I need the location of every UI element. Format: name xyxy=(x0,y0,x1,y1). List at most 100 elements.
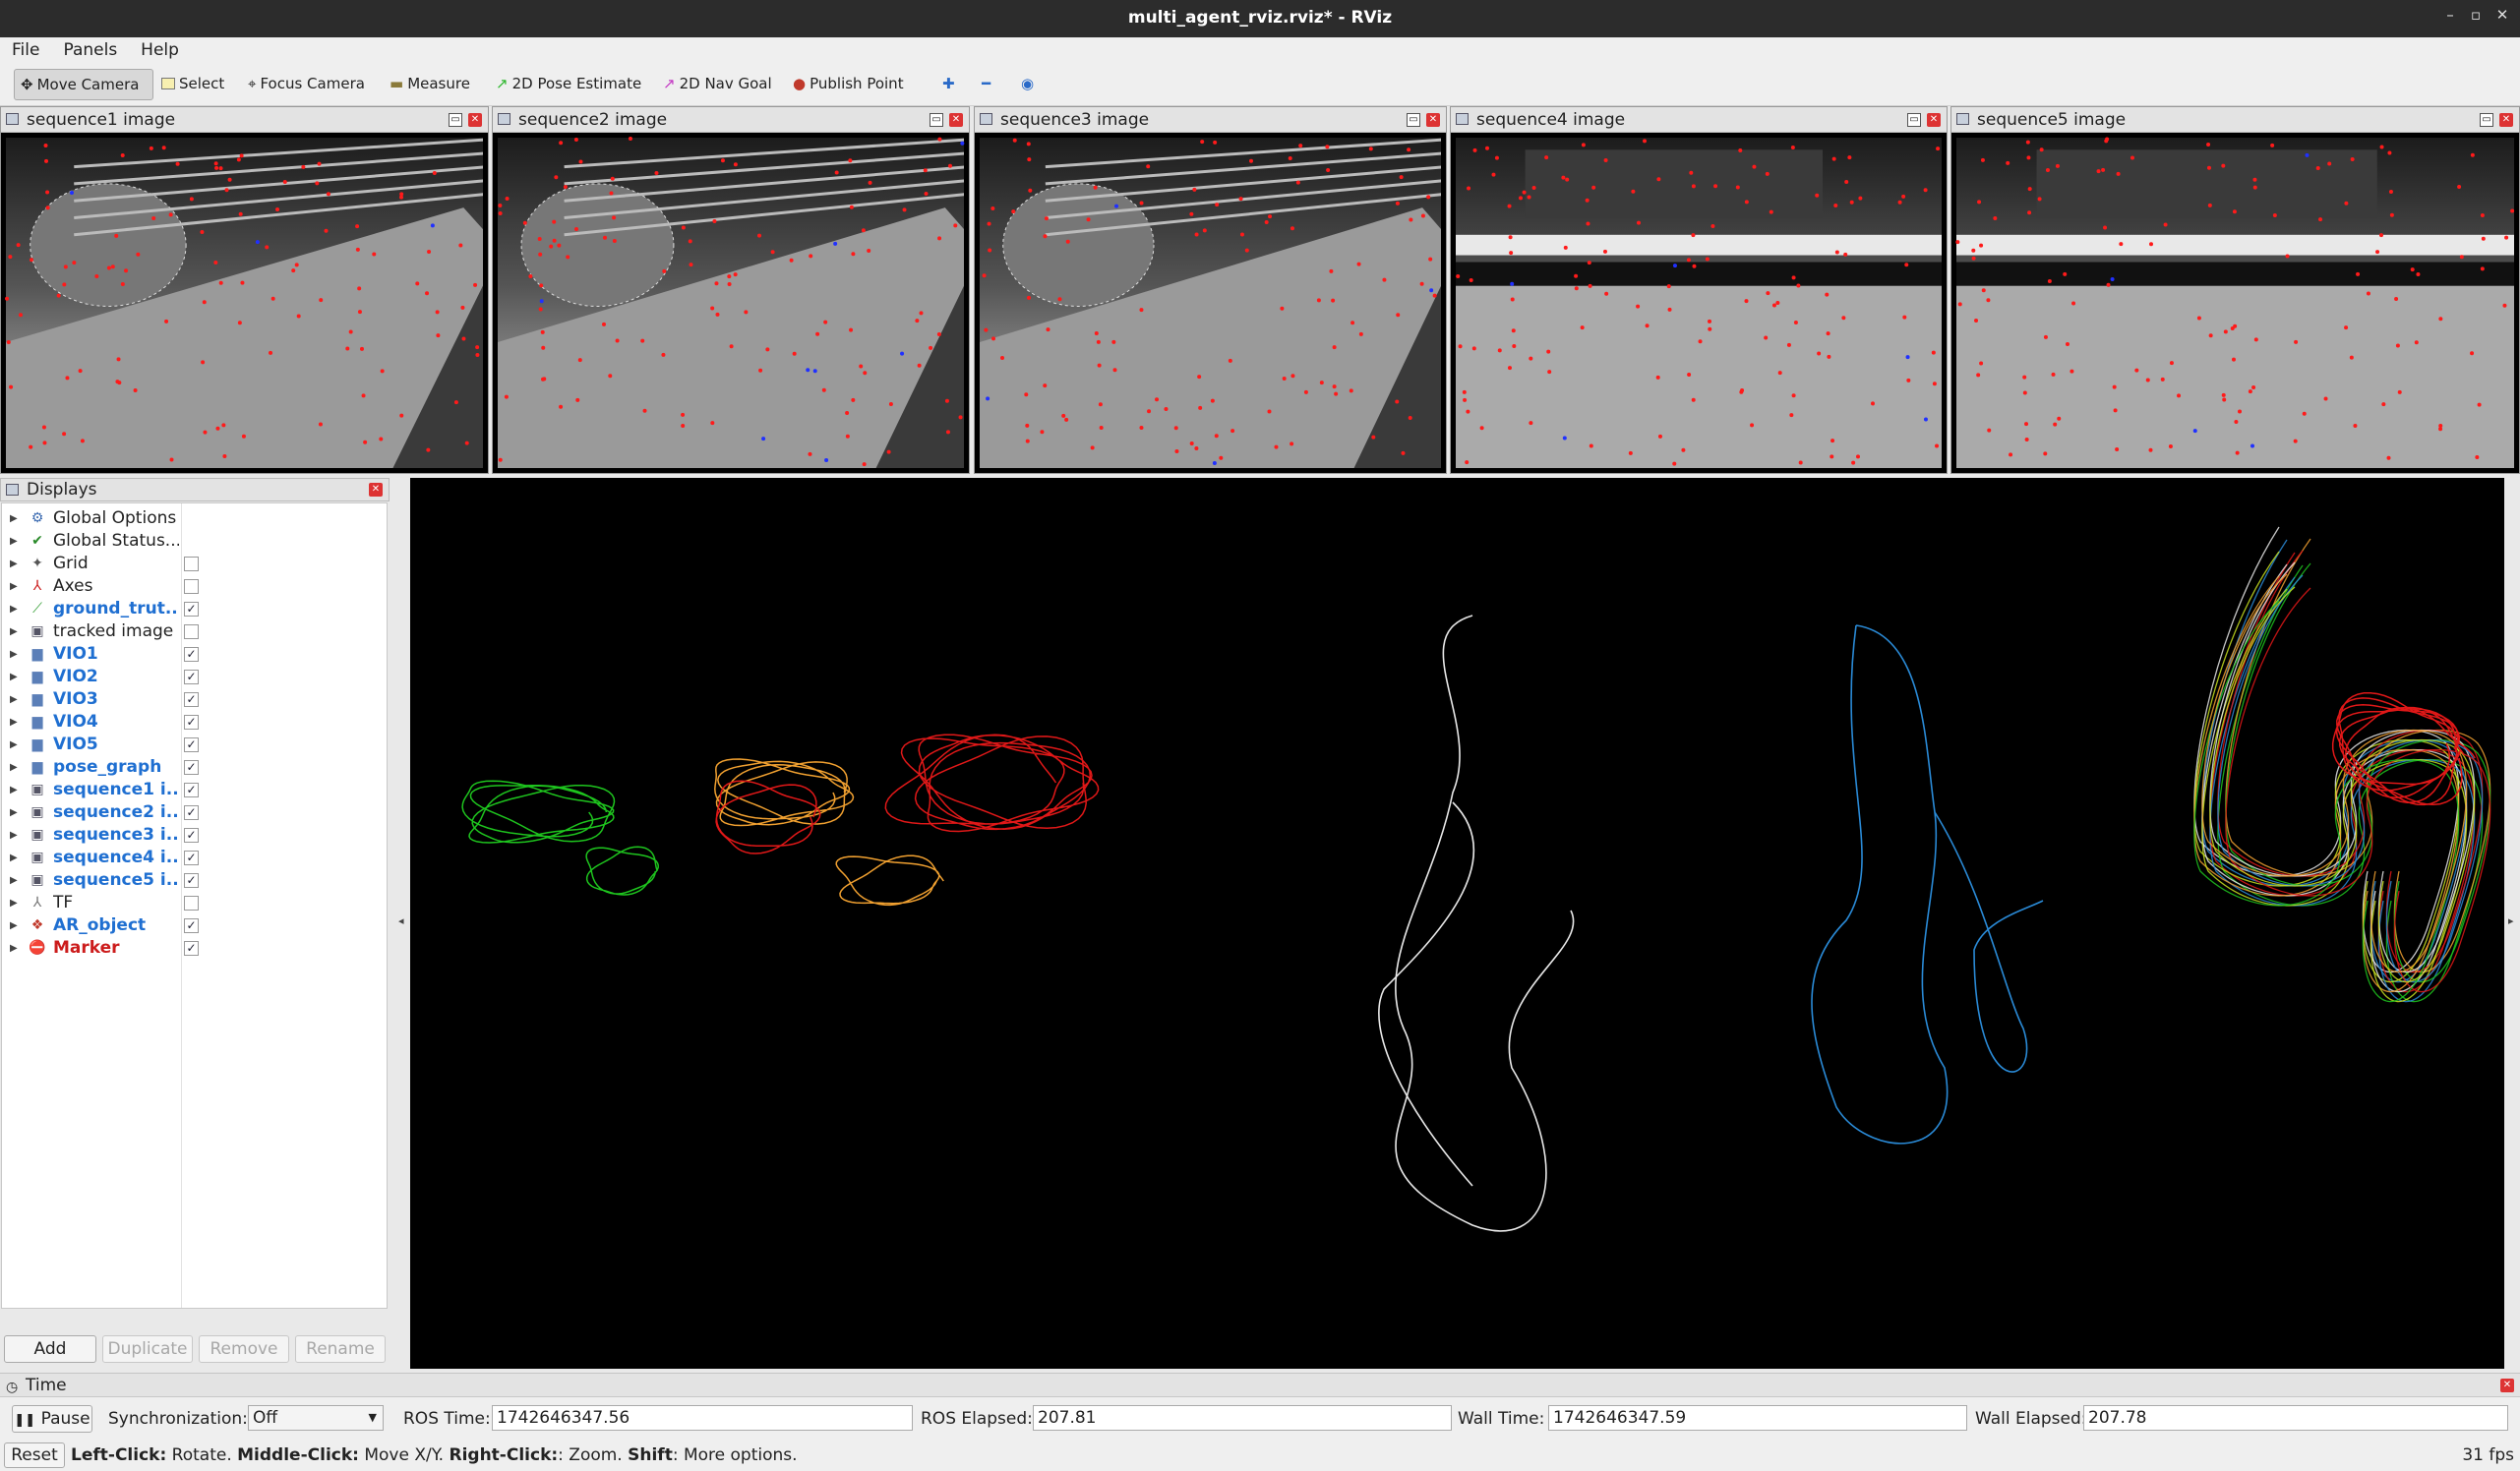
enable-checkbox[interactable]: ✓ xyxy=(184,783,199,797)
reset-button[interactable]: Reset xyxy=(4,1442,65,1468)
wall-elapsed-field[interactable]: 207.78 xyxy=(2083,1405,2508,1431)
enable-checkbox[interactable] xyxy=(184,896,199,911)
display-item[interactable]: ▶ ▣ sequence3 i... ✓ xyxy=(2,824,388,847)
display-item[interactable]: ▶ ▣ sequence1 i... ✓ xyxy=(2,779,388,801)
pause-button[interactable]: ❚❚ Pause xyxy=(12,1405,92,1433)
collapse-left-icon[interactable]: ◂ xyxy=(398,914,404,927)
display-item[interactable]: ▶ ▆ VIO3 ✓ xyxy=(2,688,388,711)
enable-checkbox[interactable] xyxy=(184,624,199,639)
float-icon[interactable]: ▭ xyxy=(930,113,943,127)
menu-help[interactable]: Help xyxy=(129,37,191,60)
enable-checkbox[interactable]: ✓ xyxy=(184,602,199,617)
expand-arrow-icon[interactable]: ▶ xyxy=(10,801,18,824)
display-item[interactable]: ▶ ▣ sequence4 i... ✓ xyxy=(2,847,388,869)
enable-checkbox[interactable]: ✓ xyxy=(184,828,199,843)
expand-arrow-icon[interactable]: ▶ xyxy=(10,643,18,666)
publish-point-button[interactable]: ● Publish Point xyxy=(787,69,910,100)
move-camera-button[interactable]: ✥ Move Camera xyxy=(14,69,153,100)
expand-arrow-icon[interactable]: ▶ xyxy=(10,937,18,960)
display-item[interactable]: ▶ ⅄ Axes xyxy=(2,575,388,598)
close-panel-icon[interactable]: ✕ xyxy=(1927,113,1941,127)
expand-arrow-icon[interactable]: ▶ xyxy=(10,620,18,643)
measure-button[interactable]: ▬ Measure xyxy=(384,69,476,100)
display-item[interactable]: ▶ ▆ VIO2 ✓ xyxy=(2,666,388,688)
enable-checkbox[interactable]: ✓ xyxy=(184,670,199,684)
duplicate-display-button[interactable]: Duplicate xyxy=(102,1335,193,1363)
expand-arrow-icon[interactable]: ▶ xyxy=(10,824,18,847)
enable-checkbox[interactable]: ✓ xyxy=(184,692,199,707)
expand-arrow-icon[interactable]: ▶ xyxy=(10,553,18,575)
display-item[interactable]: ▶ ▆ VIO4 ✓ xyxy=(2,711,388,734)
display-item[interactable]: ▶ ✦ Grid xyxy=(2,553,388,575)
close-panel-icon[interactable]: ✕ xyxy=(369,483,383,497)
trajectory-canvas[interactable] xyxy=(410,478,2504,1369)
display-item[interactable]: ▶ ⅄ TF xyxy=(2,892,388,914)
expand-arrow-icon[interactable]: ▶ xyxy=(10,779,18,801)
pose-estimate-button[interactable]: ↗ 2D Pose Estimate xyxy=(490,69,647,100)
float-icon[interactable]: ▭ xyxy=(449,113,462,127)
ros-time-field[interactable]: 1742646347.56 xyxy=(492,1405,913,1431)
expand-arrow-icon[interactable]: ▶ xyxy=(10,711,18,734)
minimize-icon[interactable]: – xyxy=(2437,6,2463,24)
close-panel-icon[interactable]: ✕ xyxy=(949,113,963,127)
collapse-right-icon[interactable]: ▸ xyxy=(2508,914,2514,927)
enable-checkbox[interactable] xyxy=(184,579,199,594)
close-panel-icon[interactable]: ✕ xyxy=(2500,1379,2514,1392)
float-icon[interactable]: ▭ xyxy=(2480,113,2493,127)
display-item[interactable]: ▶ ✔ Global Status... xyxy=(2,530,388,553)
enable-checkbox[interactable]: ✓ xyxy=(184,918,199,933)
close-panel-icon[interactable]: ✕ xyxy=(2499,113,2513,127)
close-panel-icon[interactable]: ✕ xyxy=(1426,113,1440,127)
enable-checkbox[interactable]: ✓ xyxy=(184,715,199,730)
left-splitter[interactable]: ◂ xyxy=(393,478,410,1369)
right-splitter[interactable]: ▸ xyxy=(2504,478,2520,1369)
enable-checkbox[interactable]: ✓ xyxy=(184,805,199,820)
expand-arrow-icon[interactable]: ▶ xyxy=(10,530,18,553)
tool-properties-icon[interactable]: ◉ xyxy=(1015,69,1040,100)
focus-camera-button[interactable]: ⌖ Focus Camera xyxy=(242,69,371,100)
display-item[interactable]: ▶ ▣ sequence5 i... ✓ xyxy=(2,869,388,892)
expand-arrow-icon[interactable]: ▶ xyxy=(10,914,18,937)
close-window-icon[interactable]: ✕ xyxy=(2490,6,2515,24)
enable-checkbox[interactable]: ✓ xyxy=(184,737,199,752)
render-view[interactable] xyxy=(410,478,2504,1369)
display-item[interactable]: ▶ ⛔ Marker ✓ xyxy=(2,937,388,960)
close-panel-icon[interactable]: ✕ xyxy=(468,113,482,127)
ros-elapsed-field[interactable]: 207.81 xyxy=(1033,1405,1452,1431)
display-item[interactable]: ▶ ▣ tracked image xyxy=(2,620,388,643)
display-item[interactable]: ▶ ▣ sequence2 i... ✓ xyxy=(2,801,388,824)
enable-checkbox[interactable]: ✓ xyxy=(184,873,199,888)
expand-arrow-icon[interactable]: ▶ xyxy=(10,756,18,779)
expand-arrow-icon[interactable]: ▶ xyxy=(10,869,18,892)
add-display-button[interactable]: Add xyxy=(4,1335,96,1363)
remove-tool-icon[interactable]: ━ xyxy=(976,69,996,100)
menu-file[interactable]: File xyxy=(0,37,51,60)
expand-arrow-icon[interactable]: ▶ xyxy=(10,892,18,914)
select-button[interactable]: Select xyxy=(155,69,230,100)
maximize-icon[interactable]: ▫ xyxy=(2463,6,2489,24)
sync-select[interactable]: Off ▼ xyxy=(248,1405,384,1431)
expand-arrow-icon[interactable]: ▶ xyxy=(10,507,18,530)
expand-arrow-icon[interactable]: ▶ xyxy=(10,575,18,598)
remove-display-button[interactable]: Remove xyxy=(199,1335,289,1363)
enable-checkbox[interactable]: ✓ xyxy=(184,851,199,865)
rename-display-button[interactable]: Rename xyxy=(295,1335,386,1363)
enable-checkbox[interactable]: ✓ xyxy=(184,760,199,775)
expand-arrow-icon[interactable]: ▶ xyxy=(10,688,18,711)
display-item[interactable]: ▶ ❖ AR_object ✓ xyxy=(2,914,388,937)
enable-checkbox[interactable]: ✓ xyxy=(184,647,199,662)
display-item[interactable]: ▶ ⚙ Global Options xyxy=(2,507,388,530)
float-icon[interactable]: ▭ xyxy=(1407,113,1420,127)
display-item[interactable]: ▶ ▆ VIO5 ✓ xyxy=(2,734,388,756)
wall-time-field[interactable]: 1742646347.59 xyxy=(1548,1405,1967,1431)
expand-arrow-icon[interactable]: ▶ xyxy=(10,847,18,869)
enable-checkbox[interactable]: ✓ xyxy=(184,941,199,956)
nav-goal-button[interactable]: ↗ 2D Nav Goal xyxy=(657,69,778,100)
float-icon[interactable]: ▭ xyxy=(1907,113,1921,127)
display-item[interactable]: ▶ ▆ VIO1 ✓ xyxy=(2,643,388,666)
enable-checkbox[interactable] xyxy=(184,557,199,571)
display-item[interactable]: ▶ ▆ pose_graph ✓ xyxy=(2,756,388,779)
display-item[interactable]: ▶ ⟋ ground_trut... ✓ xyxy=(2,598,388,620)
menu-panels[interactable]: Panels xyxy=(51,37,129,60)
expand-arrow-icon[interactable]: ▶ xyxy=(10,666,18,688)
